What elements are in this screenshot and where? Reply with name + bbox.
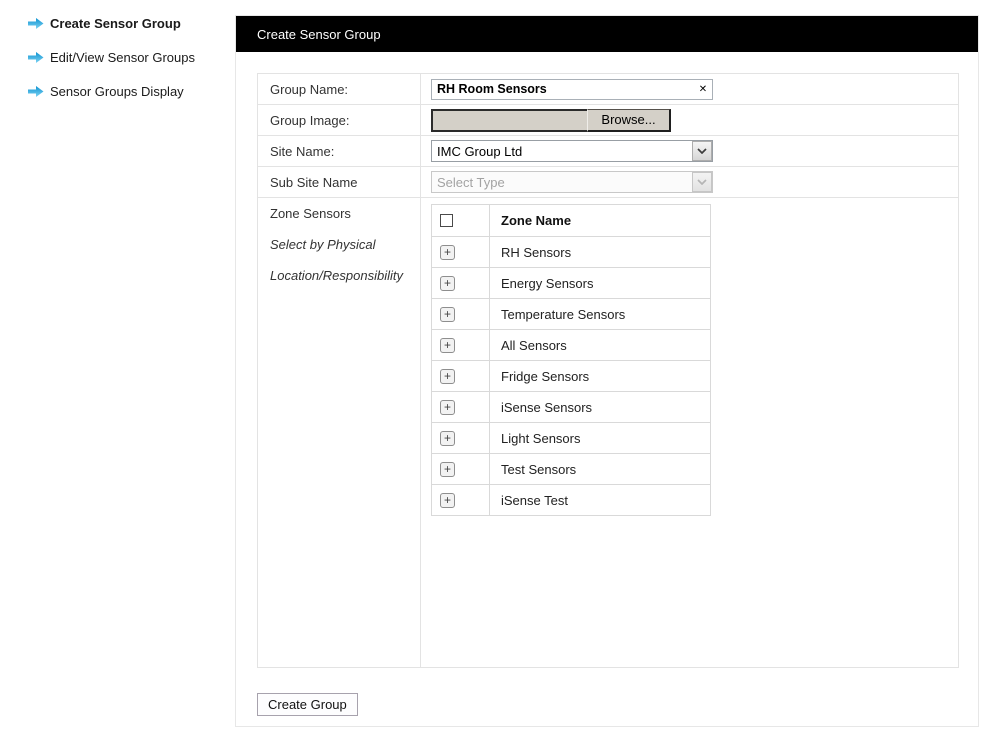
group-image-row: Group Image: Browse...: [258, 105, 958, 136]
zone-sensors-row: Zone Sensors Select by Physical Location…: [258, 198, 958, 667]
zone-sensors-hint-line2: Location/Responsibility: [270, 268, 403, 283]
sidebar-item-edit-view-sensor-groups[interactable]: Edit/View Sensor Groups: [28, 49, 195, 65]
table-row: + All Sensors: [432, 329, 710, 360]
zone-name-cell: RH Sensors: [501, 244, 572, 260]
zone-table: Zone Name + RH Sensors + Energy Sensors …: [431, 204, 711, 516]
browse-button[interactable]: Browse...: [587, 108, 671, 132]
sub-site-name-select: Select Type: [431, 171, 713, 193]
table-row: + iSense Test: [432, 484, 710, 515]
zone-name-cell: Temperature Sensors: [501, 306, 626, 322]
zone-name-cell: Fridge Sensors: [501, 368, 590, 384]
zone-name-cell: Energy Sensors: [501, 275, 594, 291]
panel-title: Create Sensor Group: [257, 26, 381, 42]
table-row: + Test Sensors: [432, 453, 710, 484]
create-group-button[interactable]: Create Group: [257, 693, 358, 716]
arrow-icon: [28, 51, 44, 64]
sub-site-name-label: Sub Site Name: [258, 167, 421, 197]
zone-table-body: + RH Sensors + Energy Sensors + Temperat…: [432, 236, 710, 515]
expand-plus-icon[interactable]: +: [440, 368, 455, 384]
zone-name-cell: Test Sensors: [501, 461, 577, 477]
table-row: + iSense Sensors: [432, 391, 710, 422]
group-name-input-wrap: ✕: [431, 78, 713, 100]
expand-plus-icon[interactable]: +: [440, 399, 455, 415]
table-row: + RH Sensors: [432, 236, 710, 267]
expand-plus-icon[interactable]: +: [440, 430, 455, 446]
zone-table-header-row: Zone Name: [432, 205, 710, 236]
table-row: + Light Sensors: [432, 422, 710, 453]
sidebar-item-label: Create Sensor Group: [50, 15, 181, 31]
table-row: + Fridge Sensors: [432, 360, 710, 391]
table-row: + Temperature Sensors: [432, 298, 710, 329]
sidebar: Create Sensor Group Edit/View Sensor Gro…: [28, 15, 195, 99]
group-name-input[interactable]: [432, 80, 694, 98]
zone-name-cell: Light Sensors: [501, 430, 581, 446]
zone-name-cell: iSense Sensors: [501, 399, 593, 415]
group-name-label: Group Name:: [258, 74, 421, 104]
zone-sensors-hint-line1: Select by Physical: [270, 237, 376, 252]
site-name-select[interactable]: IMC Group Ltd: [431, 140, 713, 162]
table-row: + Energy Sensors: [432, 267, 710, 298]
main-panel: Create Sensor Group Group Name: ✕ Group …: [235, 15, 979, 727]
panel-header: Create Sensor Group: [236, 16, 978, 52]
select-all-checkbox[interactable]: [440, 214, 453, 227]
expand-plus-icon[interactable]: +: [440, 337, 455, 353]
group-name-row: Group Name: ✕: [258, 74, 958, 105]
zone-name-cell: All Sensors: [501, 337, 567, 353]
sidebar-item-label: Sensor Groups Display: [50, 83, 184, 99]
expand-plus-icon[interactable]: +: [440, 275, 455, 291]
create-sensor-group-form: Group Name: ✕ Group Image: Browse...: [257, 73, 959, 668]
expand-plus-icon[interactable]: +: [440, 244, 455, 260]
sidebar-item-create-sensor-group[interactable]: Create Sensor Group: [28, 15, 195, 31]
chevron-down-icon: [692, 172, 712, 192]
expand-plus-icon[interactable]: +: [440, 306, 455, 322]
chevron-down-icon: [692, 141, 712, 161]
arrow-icon: [28, 17, 44, 30]
sub-site-name-selected-value: Select Type: [437, 174, 505, 190]
group-image-label: Group Image:: [258, 105, 421, 135]
group-image-file-input: Browse...: [431, 108, 671, 132]
arrow-icon: [28, 85, 44, 98]
site-name-label: Site Name:: [258, 136, 421, 166]
zone-name-cell: iSense Test: [501, 492, 568, 508]
sidebar-item-sensor-groups-display[interactable]: Sensor Groups Display: [28, 83, 195, 99]
site-name-selected-value: IMC Group Ltd: [437, 143, 523, 159]
expand-plus-icon[interactable]: +: [440, 492, 455, 508]
sidebar-item-label: Edit/View Sensor Groups: [50, 49, 195, 65]
sub-site-name-row: Sub Site Name Select Type: [258, 167, 958, 198]
site-name-row: Site Name: IMC Group Ltd: [258, 136, 958, 167]
page: Create Sensor Group Edit/View Sensor Gro…: [0, 0, 990, 742]
clear-input-icon[interactable]: ✕: [694, 84, 712, 95]
zone-name-column-header: Zone Name: [501, 213, 572, 228]
expand-plus-icon[interactable]: +: [440, 461, 455, 477]
zone-sensors-label: Zone Sensors: [270, 206, 351, 221]
